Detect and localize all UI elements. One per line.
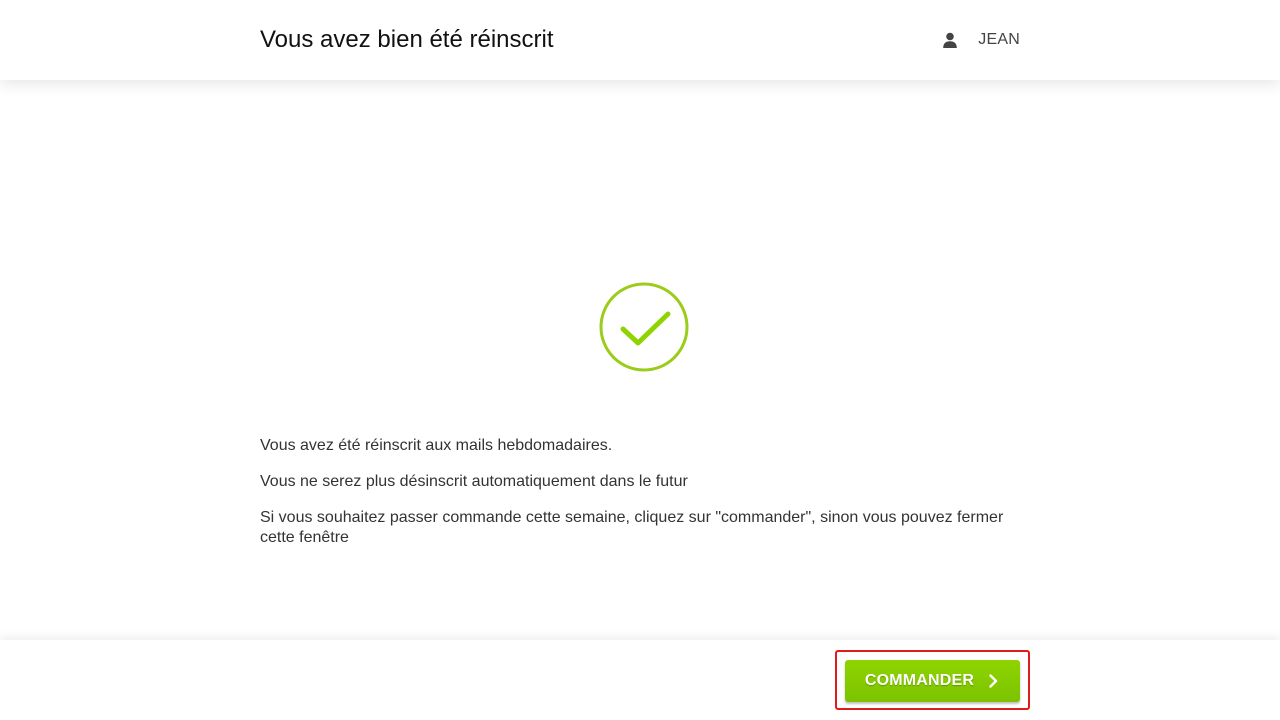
chevron-right-icon <box>986 674 1000 688</box>
page-title: Vous avez bien été réinscrit <box>260 26 554 53</box>
footer-bar: COMMANDER <box>0 640 1280 720</box>
order-button-label: COMMANDER <box>864 672 975 689</box>
header-bar: Vous avez bien été réinscrit JEAN <box>0 0 1280 80</box>
message-resubscribed: Vous avez été réinscrit aux mails hebdom… <box>260 437 613 454</box>
message-no-auto-unsubscribe: Vous ne serez plus désinscrit automatiqu… <box>260 473 688 490</box>
check-circle-icon <box>598 282 690 374</box>
user-name[interactable]: JEAN <box>978 31 1020 49</box>
user-menu[interactable]: JEAN <box>942 30 1020 50</box>
message-order-instructions: Si vous souhaitez passer commande cette … <box>260 509 1004 546</box>
confirmation-messages: Vous avez été réinscrit aux mails hebdom… <box>260 436 1020 564</box>
user-icon <box>942 32 958 48</box>
main-content: Vous avez été réinscrit aux mails hebdom… <box>0 80 1280 640</box>
order-button[interactable]: COMMANDER <box>845 660 1020 702</box>
